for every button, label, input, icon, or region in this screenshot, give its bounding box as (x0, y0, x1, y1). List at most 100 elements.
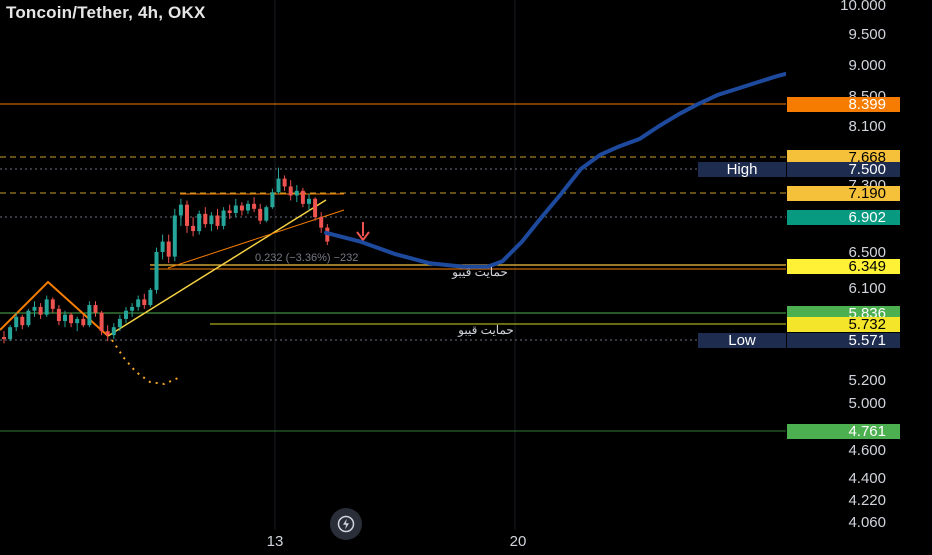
chart-area[interactable]: 0.232 (−3.36%) −232 حمایت قیبو حمایت قیبو … (0, 0, 932, 550)
price-tag: 8.399 (787, 96, 900, 113)
candle (191, 217, 196, 237)
candle (111, 323, 116, 340)
candle (252, 197, 257, 213)
price-tag-label: 8.399 (848, 96, 886, 113)
candle-body (160, 241, 165, 252)
trend-drawings (0, 193, 370, 386)
candle-body (239, 205, 244, 211)
price-tick: 5.000 (848, 395, 886, 412)
candle-body (32, 306, 37, 311)
candle-body (93, 305, 98, 313)
price-tag: 6.349 (787, 258, 900, 275)
candle (172, 208, 177, 262)
replay-flash-button[interactable] (330, 508, 362, 540)
candle-body (38, 306, 43, 315)
candle-body (276, 178, 281, 193)
price-tag-label: 6.902 (848, 209, 886, 226)
candle-body (185, 204, 189, 226)
price-tick: 4.600 (848, 442, 886, 459)
price-tag: 6.902 (787, 209, 900, 226)
candle-body (209, 215, 214, 225)
candle (166, 234, 171, 264)
price-tag: 7.500 High (698, 161, 900, 178)
candle-body (14, 316, 19, 328)
price-tag: 5.571 Low (698, 332, 900, 349)
candle (160, 234, 165, 260)
time-tick: 13 (267, 533, 284, 550)
candle (282, 175, 287, 191)
candle-body (26, 310, 31, 326)
price-tag-label: 5.732 (848, 316, 886, 333)
support-label-lower: حمایت قیبو (457, 323, 514, 337)
candle (87, 301, 92, 328)
candle-body (233, 205, 238, 213)
candle-body (50, 299, 55, 309)
candle (246, 200, 250, 214)
candle (264, 205, 269, 223)
candle-body (142, 299, 147, 306)
lightning-icon (337, 515, 355, 533)
candle-body (215, 215, 220, 226)
extreme-tag-label: High (727, 161, 758, 178)
price-tick: 6.100 (848, 280, 886, 297)
price-chart[interactable]: 0.232 (−3.36%) −232حمایت قیبوحمایت قیبو … (0, 0, 932, 550)
time-axis[interactable]: 13 20 (0, 530, 932, 550)
candle (294, 185, 299, 203)
price-tag-label: 5.571 (848, 332, 886, 349)
extreme-tag-label: Low (728, 332, 756, 349)
candle-body (319, 217, 324, 228)
price-tag-label: 6.349 (848, 258, 886, 275)
candle-body (117, 318, 122, 328)
candle-body (282, 178, 287, 187)
horizontal-levels (0, 103, 786, 432)
price-tick: 10.000 (840, 0, 886, 14)
candle-body (2, 337, 6, 340)
candle-body (63, 314, 67, 322)
candle (38, 303, 43, 319)
candle (148, 288, 153, 307)
candle (32, 301, 37, 317)
candle (300, 187, 305, 208)
candle (288, 180, 293, 201)
candle (178, 198, 183, 226)
candle (185, 200, 189, 233)
price-tag: 4.761 (787, 423, 900, 440)
candle-body (130, 306, 135, 311)
candle-body (56, 308, 61, 322)
candle-body (172, 215, 177, 257)
candle-body (8, 327, 13, 340)
candle-body (44, 299, 49, 315)
candle (203, 207, 208, 228)
candle (142, 293, 147, 309)
candle (8, 325, 13, 342)
candle (270, 188, 275, 209)
candle (197, 210, 202, 235)
candle (93, 301, 98, 317)
candle-body (148, 289, 153, 306)
candle (221, 207, 226, 230)
candle-body (258, 208, 263, 221)
candle-body (221, 210, 226, 226)
candle-body (75, 318, 80, 324)
candle-body (203, 213, 208, 225)
measure-label: 0.232 (−3.36%) −232 (255, 252, 358, 264)
price-tag: 5.732 (787, 316, 900, 333)
candle-body (270, 192, 275, 208)
price-tick: 5.200 (848, 372, 886, 389)
price-tag-label: 7.500 (848, 161, 886, 178)
candle (130, 303, 135, 317)
candle-body (307, 198, 311, 204)
candle (313, 197, 318, 221)
candle (258, 203, 263, 225)
candle (20, 314, 25, 330)
price-tag-label: 4.761 (848, 423, 886, 440)
candle (44, 295, 49, 317)
candle-body (105, 331, 110, 336)
candle (56, 305, 61, 326)
candle (136, 295, 141, 311)
candle-body (246, 203, 250, 211)
candle (75, 316, 80, 332)
support-label-upper: حمایت قیبو (451, 265, 508, 279)
candle-body (20, 316, 25, 326)
candle-body (313, 198, 318, 218)
